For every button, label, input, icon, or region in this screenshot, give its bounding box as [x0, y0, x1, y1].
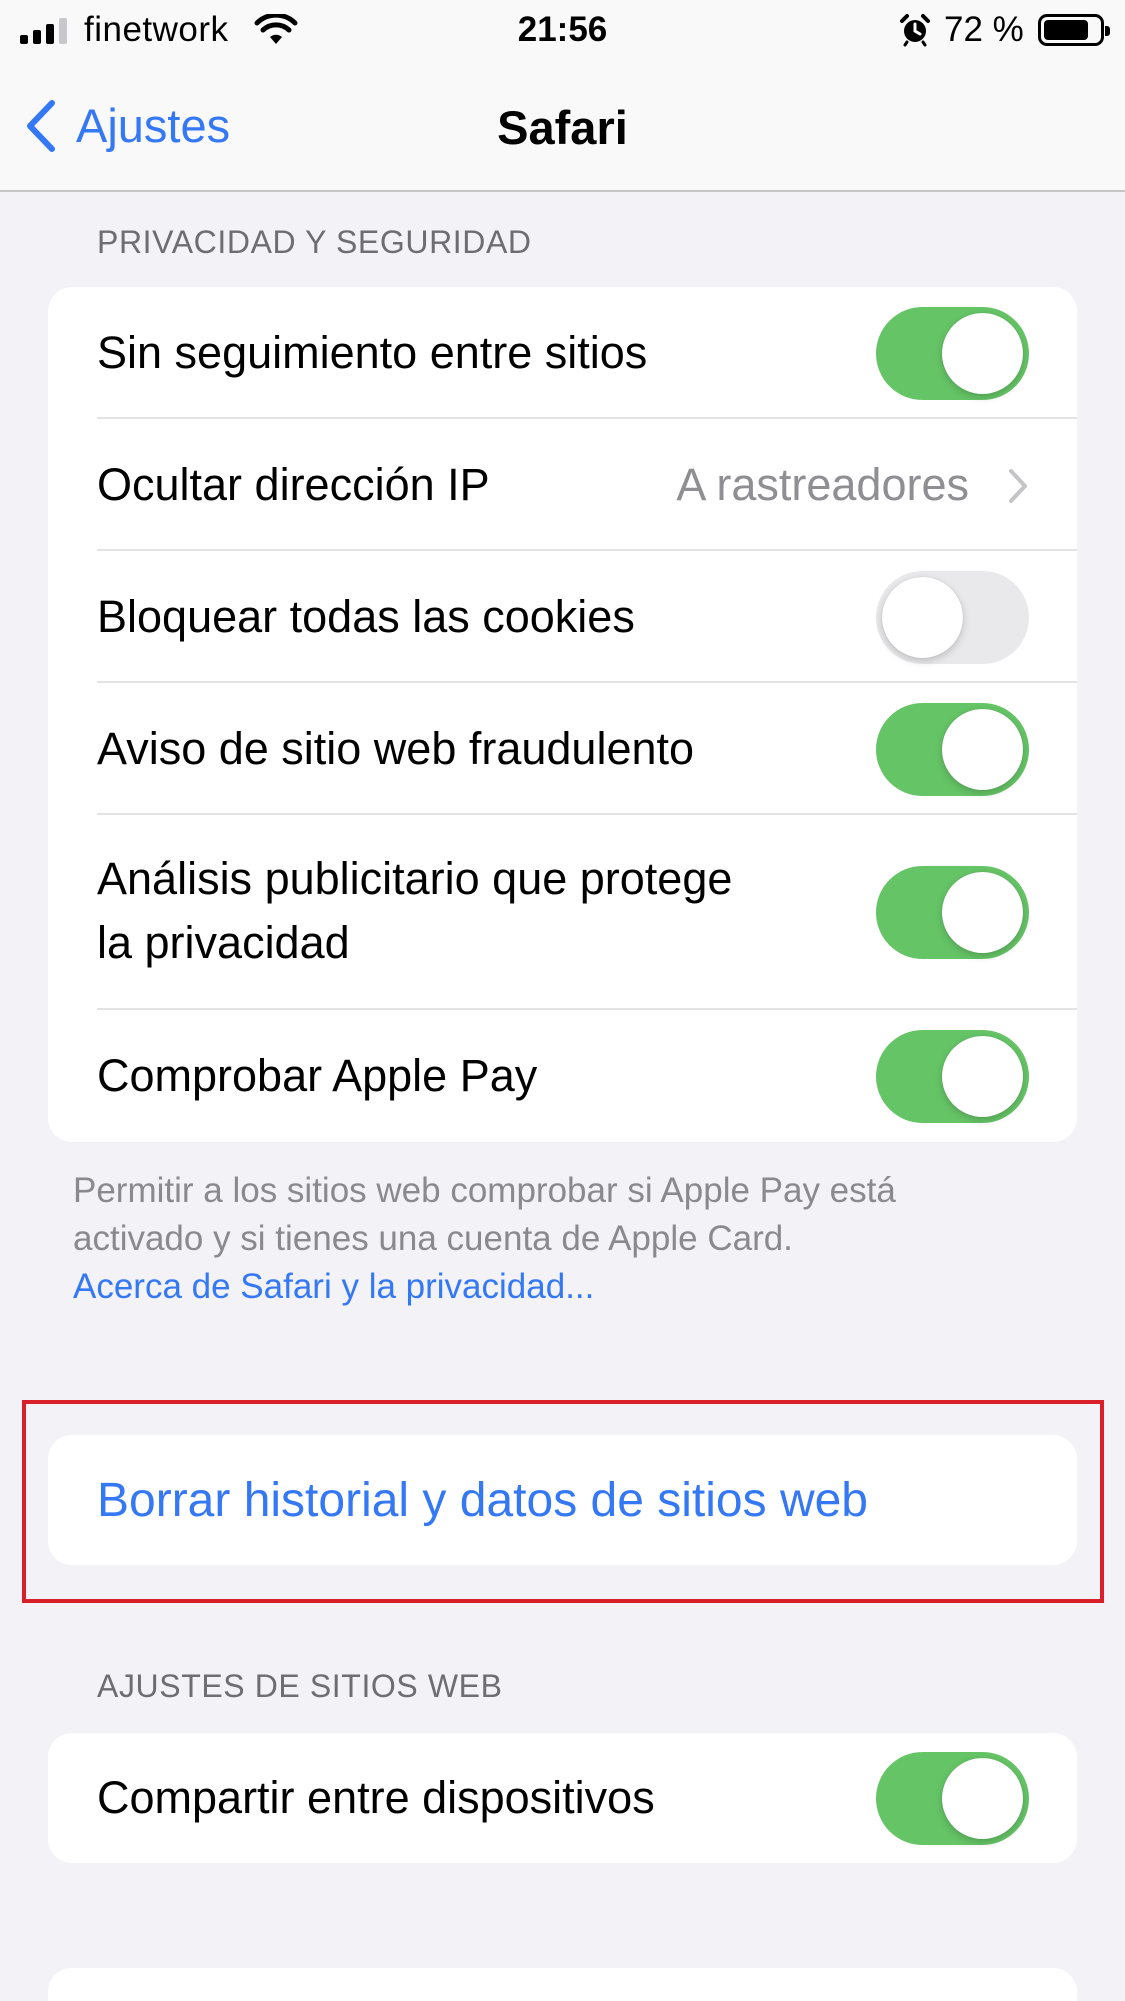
footer-line: activado y si tienes una cuenta de Apple…: [73, 1219, 793, 1258]
toggle-fraudulent-warning[interactable]: [876, 703, 1029, 796]
row-check-apple-pay: Comprobar Apple Pay: [48, 1010, 1077, 1142]
toggle-share-across-devices[interactable]: [876, 1752, 1029, 1845]
next-settings-group: [48, 1968, 1077, 2001]
privacy-info-link[interactable]: Acerca de Safari y la privacidad...: [73, 1263, 1053, 1311]
website-settings-group: Compartir entre dispositivos: [48, 1733, 1077, 1863]
navigation-bar: Ajustes Safari: [0, 62, 1125, 192]
row-label-line1: Análisis publicitario que protege: [97, 853, 733, 904]
toggle-cross-site-tracking[interactable]: [876, 307, 1029, 400]
toggle-privacy-ad-measurement[interactable]: [876, 866, 1029, 959]
section-header-website-settings: AJUSTES DE SITIOS WEB: [97, 1668, 503, 1704]
row-label: Compartir entre dispositivos: [97, 1772, 655, 1823]
row-privacy-ad-measurement: Análisis publicitario que protege la pri…: [48, 815, 1077, 1010]
row-label: Comprobar Apple Pay: [97, 1050, 538, 1101]
chevron-right-icon: [1009, 469, 1027, 503]
row-fraudulent-warning: Aviso de sitio web fraudulento: [48, 683, 1077, 815]
row-label: Sin seguimiento entre sitios: [97, 327, 648, 378]
battery-icon: [1038, 14, 1110, 46]
section-footer-privacy: Permitir a los sitios web comprobar si A…: [73, 1167, 1053, 1311]
row-cross-site-tracking: Sin seguimiento entre sitios: [48, 287, 1077, 419]
row-label: Bloquear todas las cookies: [97, 591, 635, 642]
clear-history-button[interactable]: Borrar historial y datos de sitios web: [48, 1435, 1077, 1565]
status-bar: finetwork 21:56 72 %: [0, 0, 1125, 62]
alarm-icon: [900, 14, 930, 47]
section-header-privacy: PRIVACIDAD Y SEGURIDAD: [97, 224, 532, 260]
row-value: A rastreadores: [676, 459, 969, 510]
row-share-across-devices: Compartir entre dispositivos: [48, 1733, 1077, 1863]
footer-line: Permitir a los sitios web comprobar si A…: [73, 1171, 896, 1210]
row-label: Ocultar dirección IP: [97, 459, 490, 510]
toggle-block-cookies[interactable]: [876, 571, 1029, 664]
battery-percentage: 72 %: [944, 10, 1024, 49]
page-title: Safari: [497, 101, 628, 154]
toggle-check-apple-pay[interactable]: [876, 1030, 1029, 1123]
clear-history-label: Borrar historial y datos de sitios web: [97, 1474, 868, 1527]
row-hide-ip[interactable]: Ocultar dirección IP A rastreadores: [48, 419, 1077, 551]
row-block-cookies: Bloquear todas las cookies: [48, 551, 1077, 683]
row-label-line2: la privacidad: [97, 917, 350, 968]
row-label: Aviso de sitio web fraudulento: [97, 723, 695, 774]
privacy-settings-group: Sin seguimiento entre sitios Ocultar dir…: [48, 287, 1077, 1142]
